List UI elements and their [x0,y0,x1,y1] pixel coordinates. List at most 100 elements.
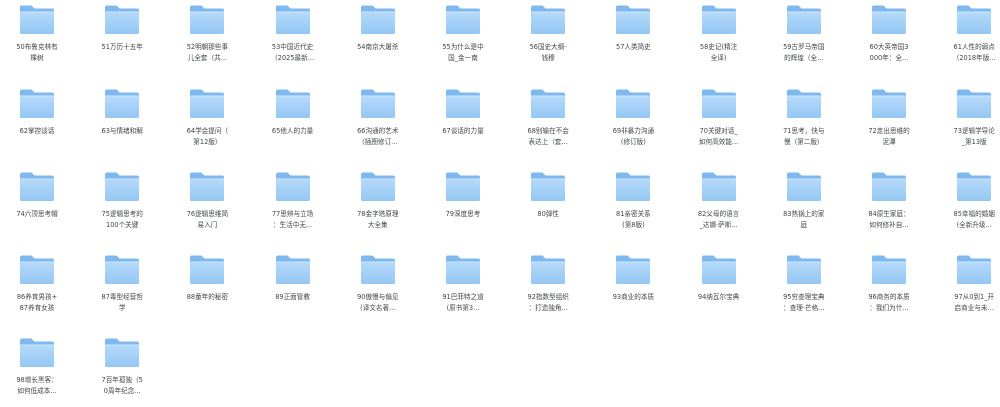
folder-item[interactable]: 67谈话的力量 [430,88,496,137]
folder-item[interactable]: 92指数型组织 ：打造独角... [515,254,581,313]
folder-name: 58史记(精注 全译) [699,43,738,62]
folder-item[interactable]: 90傲慢与偏见 (译文名著... [345,254,411,313]
folder-name: 80弹性 [537,210,559,218]
folder-item[interactable]: 74六顶思考帽 [4,171,70,220]
folder-icon [531,89,566,118]
folder-item[interactable]: 83热锅上的家 庭 [771,171,837,230]
folder-name: 78金字塔原理 大全集 [357,210,399,229]
folder-item[interactable]: 88童年的秘密 [174,254,240,303]
folder-item[interactable]: 58史记(精注 全译) [686,4,752,63]
folder-name: 64学会提问（ 第12版） [186,127,229,146]
folder-item[interactable]: 60大英帝国3 000年：全... [856,4,922,63]
folder-icon [105,5,140,34]
folder-item[interactable]: 72走出思维的 泥潭 [856,88,922,147]
folder-name: 93商业的本质 [612,293,655,301]
folder-name: 75逻辑思考的 100个关键 [101,210,143,229]
folder-name: 59古罗马帝国 的辉煌（全... [783,43,825,62]
folder-item[interactable]: 50布鲁克林有 棵树 [4,4,70,63]
folder-item[interactable]: 55为什么是中 国_金一南 [430,4,496,63]
folder-item[interactable]: 98增长黑客： 如何低成本... [4,337,70,396]
folder-name: 68别输在不会 表达上（套... [527,127,569,146]
folder-name: 53中国近代史 （2025最新... [271,43,315,62]
folder-item[interactable]: 70关键对话_ 如何高效能... [686,88,752,147]
folder-item[interactable]: 71思考，快与 慢（第二版） [771,88,837,147]
folder-item[interactable]: 64学会提问（ 第12版） [174,88,240,147]
folder-name: 79深度思考 [445,210,481,218]
folder-item[interactable]: 54南京大屠杀 [345,4,411,53]
folder-name: 65他人的力量 [271,127,314,135]
folder-item[interactable]: 84原生家庭： 如何修补自... [856,171,922,230]
folder-grid: 50布鲁克林有 棵树 51万历十五年 52明朝那些事 儿全套（共... 53中国… [0,0,1000,407]
folder-item[interactable]: 79深度思考 [430,171,496,220]
folder-item[interactable]: 68别输在不会 表达上（套... [515,88,581,147]
folder-item[interactable]: 57人类简史 [600,4,666,53]
folder-item[interactable]: 76逻辑思维简 易入门 [174,171,240,230]
folder-item[interactable]: 62掌控谈话 [4,88,70,137]
folder-item[interactable]: 94纳瓦尔宝典 [686,254,752,303]
folder-item[interactable]: 75逻辑思考的 100个关键 [89,171,155,230]
folder-item[interactable]: 82父母的语言 _达娜·萨斯... [686,171,752,230]
folder-icon [616,89,651,118]
folder-name: 51万历十五年 [101,43,143,51]
folder-item[interactable]: 95穷查理宝典 ：查理·芒格... [771,254,837,313]
folder-icon [190,255,225,284]
folder-item[interactable]: 59古罗马帝国 的辉煌（全... [771,4,837,63]
folder-item[interactable]: 65他人的力量 [260,88,326,137]
folder-name: 71思考，快与 慢（第二版） [783,127,825,146]
folder-name: 62掌控谈话 [19,127,55,135]
folder-name: 89正面管教 [275,293,310,301]
folder-item[interactable]: 87毒型经营哲 学 [89,254,155,313]
folder-item[interactable]: 51万历十五年 [89,4,155,53]
folder-item[interactable]: 53中国近代史 （2025最新... [260,4,326,63]
folder-item[interactable]: 73逻辑学导论 _第13版 [941,88,1000,147]
folder-item[interactable]: 77思辨与立场 ：生活中无... [260,171,326,230]
folder-name: 77思辨与立场 ：生活中无... [271,210,314,229]
folder-item[interactable]: 96商务的本质 ：我们为什... [856,254,922,313]
folder-icon [275,172,310,201]
folder-item[interactable]: 78金字塔原理 大全集 [345,171,411,230]
folder-name: 88童年的秘密 [186,293,229,301]
folder-item[interactable]: 93商业的本质 [600,254,666,303]
folder-item[interactable]: 89正面管教 [260,254,326,303]
folder-name: 50布鲁克林有 棵树 [16,43,58,62]
folder-item[interactable]: 80弹性 [515,171,581,220]
folder-icon [701,255,736,284]
folder-icon [105,172,140,201]
folder-item[interactable]: 86养育男孩+ 87养育女孩 [4,254,70,313]
folder-icon [957,172,992,201]
folder-icon [701,172,736,201]
folder-name: 70关键对话_ 如何高效能... [698,127,739,146]
folder-icon [872,89,906,118]
folder-icon [957,89,992,118]
folder-icon [275,255,310,284]
folder-name: 67谈话的力量 [442,127,484,135]
folder-icon [616,5,651,34]
folder-item[interactable]: 61人性的弱点 （2018年版... [941,4,1000,63]
folder-icon [275,89,310,118]
folder-item[interactable]: 66沟通的艺术 （插图修订... [345,88,411,147]
folder-item[interactable]: 91巴菲特之道 (原书第3... [430,254,496,313]
folder-name: 52明朝那些事 儿全套（共... [186,43,229,62]
folder-icon [20,89,54,118]
folder-name: 83热锅上的家 庭 [783,210,825,229]
folder-item[interactable]: 97从0到1_开 启商业与未... [941,254,1000,313]
folder-name: 60大英帝国3 000年：全... [869,43,909,62]
folder-name: 74六顶思考帽 [16,210,58,218]
folder-icon [275,5,310,34]
folder-item[interactable]: 63与情绪和解 [89,88,155,137]
folder-name: 91巴菲特之道 (原书第3... [442,293,484,312]
folder-item[interactable]: 52明朝那些事 儿全套（共... [174,4,240,63]
folder-item[interactable]: 85幸福的婚姻 (全新升级... [941,171,1000,230]
folder-item[interactable]: 69非暴力沟通 (修订版) [600,88,666,147]
folder-icon [786,89,821,118]
folder-item[interactable]: 7百年孤独（5 0周年纪念... [89,337,155,396]
folder-icon [190,89,225,118]
folder-item[interactable]: 56国史大纲- 钱穆 [515,4,581,63]
folder-name: 66沟通的艺术 （插图修订... [357,127,399,146]
folder-item[interactable]: 81亲密关系 (第8版) [600,171,666,230]
folder-icon [446,172,480,201]
folder-name: 85幸福的婚姻 (全新升级... [953,210,995,229]
folder-name: 86养育男孩+ 87养育女孩 [16,293,58,312]
folder-icon [105,255,140,284]
folder-name: 81亲密关系 (第8版) [616,210,651,229]
